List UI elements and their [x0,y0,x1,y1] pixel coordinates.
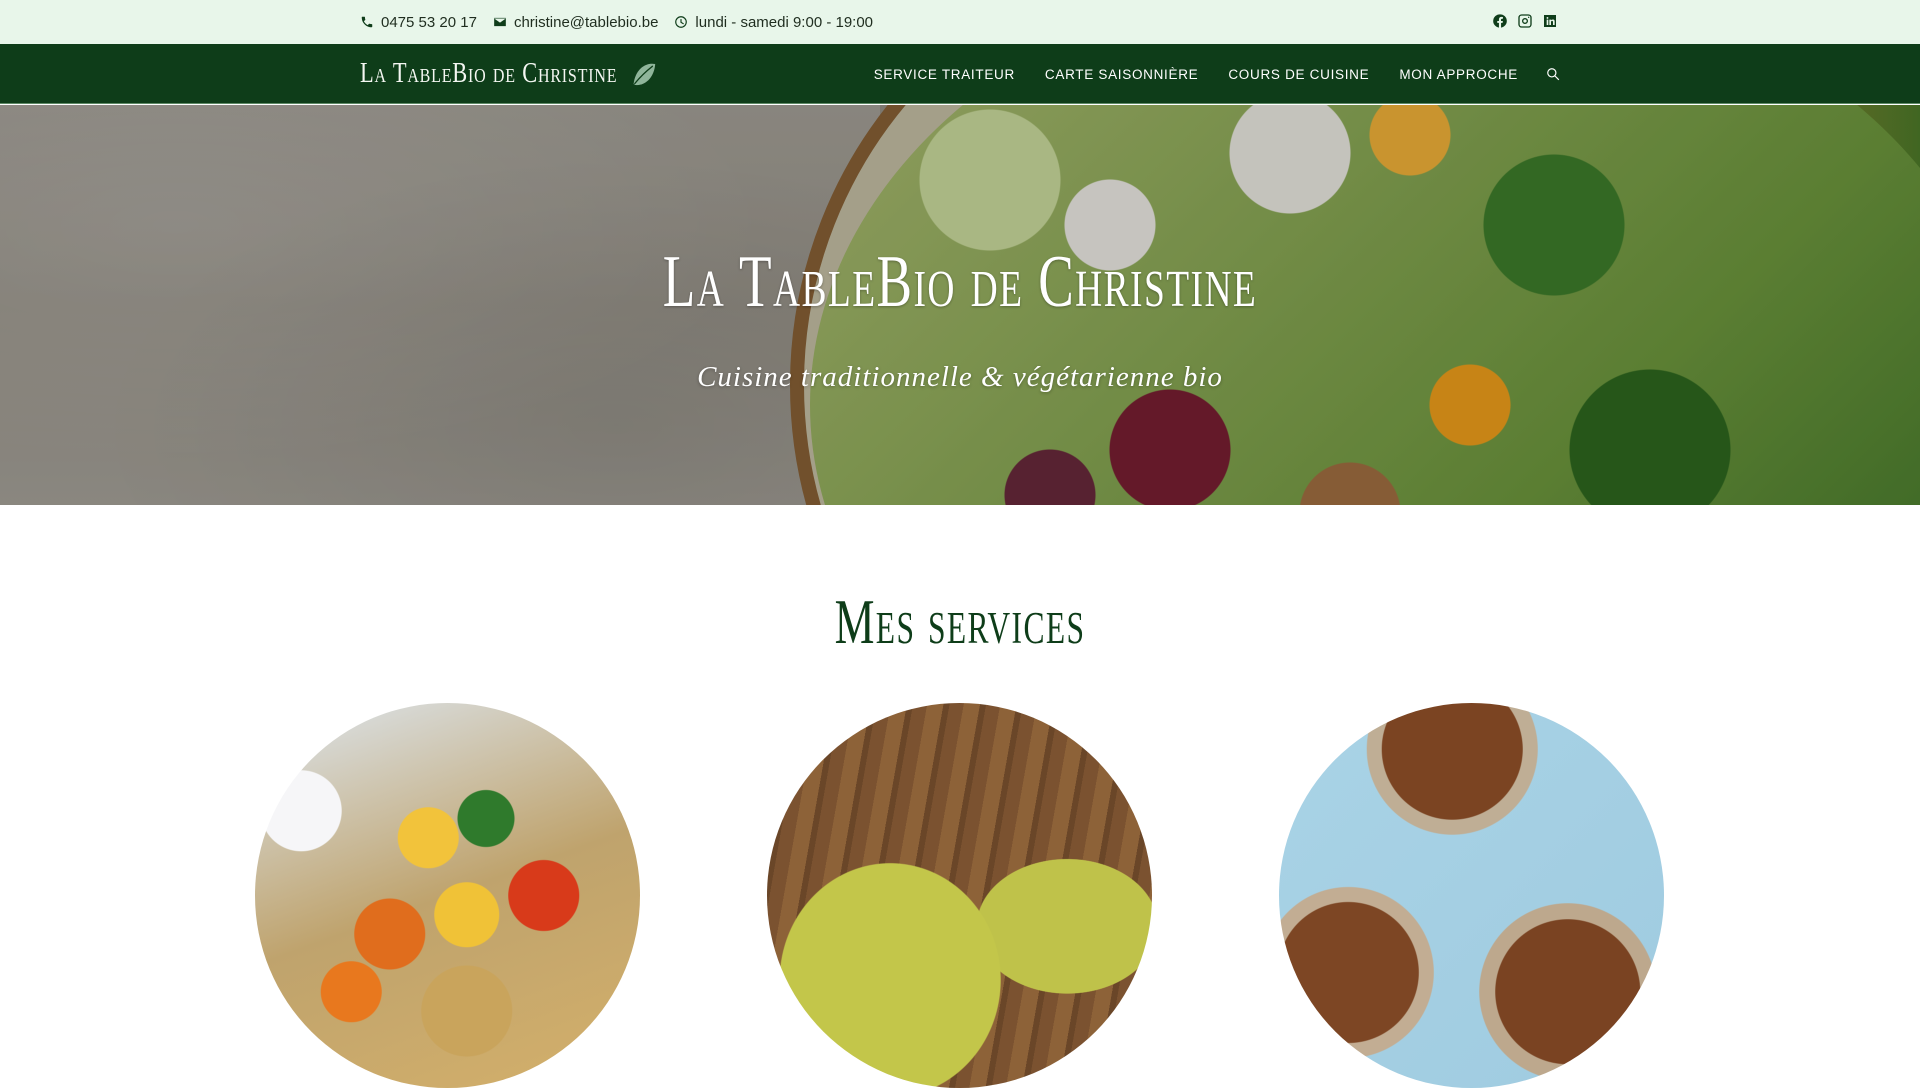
main-menu: Service traiteur Carte saisonnière Cours… [844,44,1560,104]
hours-info: lundi - samedi 9:00 - 19:00 [674,14,873,31]
social-links [1485,0,1560,44]
hero-subtitle: Cuisine traditionnelle & végétarienne bi… [697,361,1223,393]
facebook-icon[interactable] [1492,13,1510,31]
service-image-cours[interactable] [1279,703,1664,1088]
menu-item-cours-de-cuisine[interactable]: Cours de cuisine [1228,67,1369,82]
hero-title: La TableBio de Christine [662,241,1258,323]
hero-banner: La TableBio de Christine Cuisine traditi… [0,105,1920,505]
menu-item-mon-approche[interactable]: Mon approche [1399,67,1518,82]
brand-name: La TableBio de Christine [360,58,618,89]
email-info[interactable]: christine@tablebio.be [493,14,658,31]
services-heading: Mes services [834,586,1086,657]
main-navbar: La TableBio de Christine Service traiteu… [0,44,1920,104]
email-text: christine@tablebio.be [513,13,659,31]
phone-icon [361,16,373,28]
phone-text: 0475 53 20 17 [381,13,477,31]
search-icon[interactable] [1546,67,1560,81]
linkedin-icon[interactable] [1542,13,1560,31]
service-image-traiteur[interactable] [255,703,640,1088]
site-logo[interactable]: La TableBio de Christine [360,58,657,90]
service-image-carte[interactable] [767,703,1152,1088]
phone-info[interactable]: 0475 53 20 17 [360,14,477,31]
clock-icon [675,16,688,28]
envelope-icon [494,17,506,27]
menu-item-carte-saisonniere[interactable]: Carte saisonnière [1045,67,1198,82]
top-info-bar: 0475 53 20 17 christine@tablebio.be lund… [0,0,1920,44]
leaf-icon [633,63,655,86]
hours-text: lundi - samedi 9:00 - 19:00 [695,13,874,31]
menu-item-service-traiteur[interactable]: Service traiteur [874,67,1015,82]
instagram-icon[interactable] [1517,13,1535,31]
